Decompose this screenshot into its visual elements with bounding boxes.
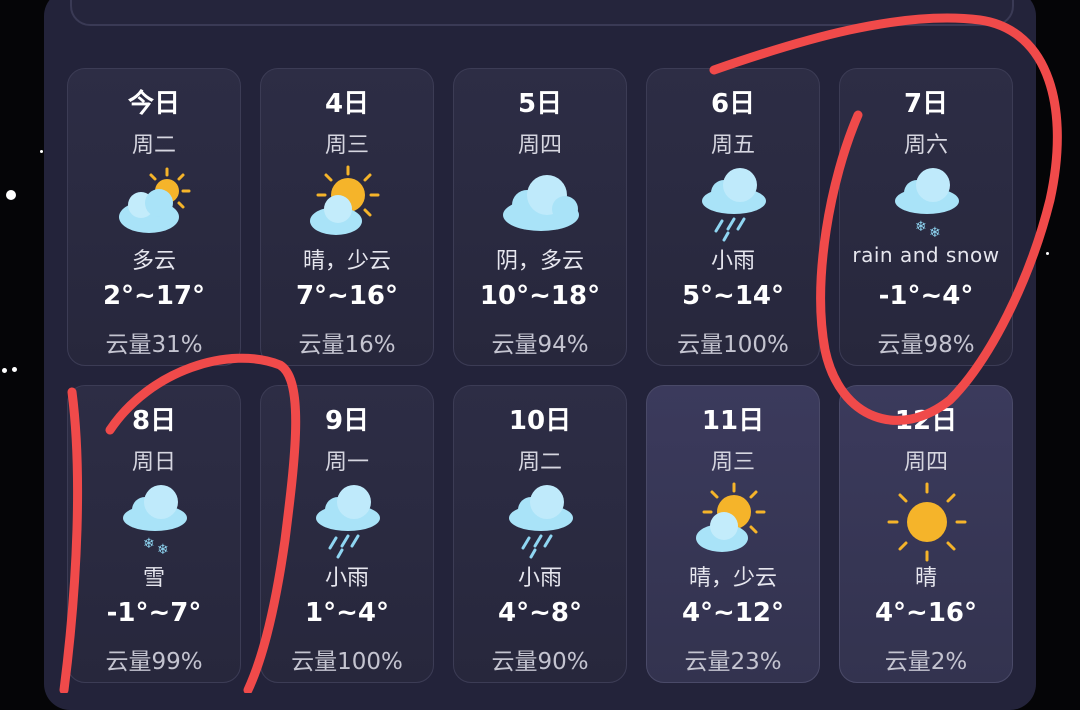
annotation-overlay (59, 13, 1062, 693)
annotation-stroke-left (59, 387, 83, 693)
annotation-loop-right (709, 13, 1062, 425)
annotation-loop-left (105, 353, 301, 693)
